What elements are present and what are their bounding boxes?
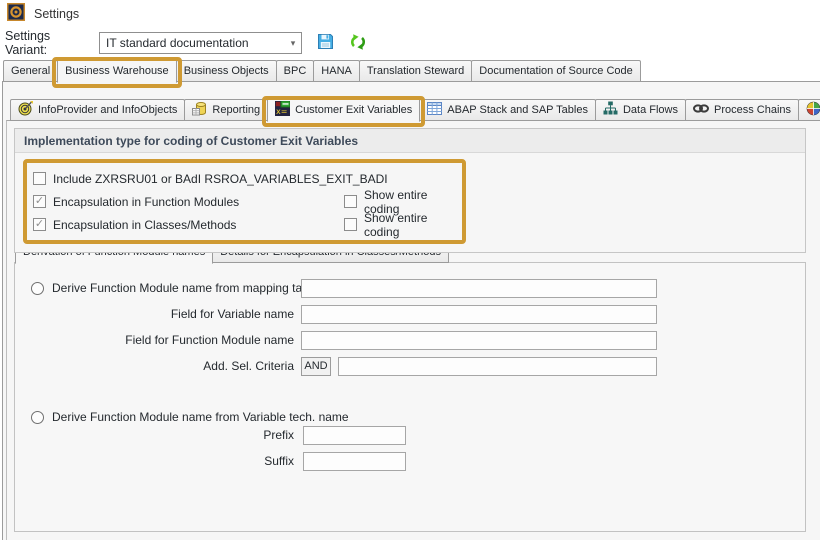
tab-process-chains[interactable]: Process Chains (685, 99, 799, 121)
tab-infoprovider-and-infoobjects[interactable]: InfoProvider and InfoObjects (10, 99, 185, 121)
tab-label: General (11, 65, 50, 77)
checkbox-label: Encapsulation in Classes/Methods (53, 218, 236, 232)
settings-variant-value: IT standard documentation (100, 36, 285, 50)
field-label: Field for Variable name (15, 307, 294, 321)
form-row-tech-name: Derive Function Module name from Variabl… (15, 407, 805, 427)
form-row-mapping-table: Derive Function Module name from mapping… (15, 278, 805, 298)
secondary-tabbar: InfoProvider and InfoObjects Reporting x… (10, 98, 820, 121)
field-for-function-module-name-input[interactable] (301, 331, 657, 350)
show-entire-coding-fm-checkbox[interactable] (344, 195, 357, 208)
refresh-arrows-icon (349, 33, 367, 54)
chain-links-icon (693, 101, 709, 119)
checkbox-label: Show entire coding (364, 211, 456, 239)
show-entire-coding-group: Show entire coding (344, 211, 456, 239)
groupbox-title: Implementation type for coding of Custom… (15, 129, 805, 153)
tab-label: Business Objects (184, 65, 269, 77)
variables-grid-icon: x= (275, 101, 290, 119)
infoprovider-target-icon (18, 101, 33, 119)
suffix-input[interactable] (303, 452, 406, 471)
derive-from-variable-tech-name-radio[interactable] (31, 411, 44, 424)
window-title: Settings (34, 7, 79, 21)
groupbox-content: Include ZXRSRU01 or BAdI RSROA_VARIABLES… (15, 153, 805, 252)
prefix-input[interactable] (303, 426, 406, 445)
add-sel-criteria-input[interactable] (338, 357, 657, 376)
tab-reporting[interactable]: Reporting (184, 99, 268, 121)
settings-variant-select[interactable]: IT standard documentation (99, 32, 302, 54)
tab-label: Documentation of Source Code (479, 65, 632, 77)
field-label: Prefix (15, 428, 294, 442)
tab-label: Process Chains (714, 104, 791, 116)
tab-general[interactable]: General (3, 60, 58, 82)
checkbox-row-classes-methods: Encapsulation in Classes/Methods Show en… (33, 213, 456, 236)
tab-business-warehouse[interactable]: Business Warehouse (57, 59, 177, 83)
roles-pie-icon (806, 101, 820, 119)
tab-label: Translation Steward (367, 65, 464, 77)
window-titlebar: Settings (7, 4, 79, 24)
tab-label: HANA (321, 65, 352, 77)
field-for-variable-name-input[interactable] (301, 305, 657, 324)
dataflow-hierarchy-icon (603, 101, 618, 119)
settings-variant-toolbar: Settings Variant: IT standard documentat… (5, 31, 369, 55)
settings-app-icon (7, 3, 25, 26)
include-zxrsru01-checkbox[interactable] (33, 172, 46, 185)
settings-variant-label: Settings Variant: (5, 29, 93, 57)
tab-label: ABAP Stack and SAP Tables (447, 104, 588, 116)
show-entire-coding-cm-checkbox[interactable] (344, 218, 357, 231)
annotation-highlight-box: Include ZXRSRU01 or BAdI RSROA_VARIABLES… (23, 159, 466, 244)
implementation-type-groupbox: Implementation type for coding of Custom… (14, 128, 806, 253)
reporting-database-icon (192, 101, 207, 119)
derive-from-mapping-table-radio[interactable] (31, 282, 44, 295)
tab-hana[interactable]: HANA (313, 60, 360, 82)
form-row-field-variable: Field for Variable name (15, 304, 805, 324)
radio-label: Derive Function Module name from Variabl… (52, 410, 349, 424)
form-row-field-function-module: Field for Function Module name (15, 330, 805, 350)
and-operator-box[interactable]: AND (301, 357, 331, 376)
tab-label: BPC (284, 65, 307, 77)
svg-text:x=: x= (276, 107, 287, 116)
form-row-criteria: Add. Sel. Criteria AND (15, 356, 805, 376)
save-floppy-icon (316, 32, 335, 54)
sap-table-icon (427, 101, 442, 119)
tab-abap-stack-and-sap-tables[interactable]: ABAP Stack and SAP Tables (419, 99, 596, 121)
chevron-down-icon[interactable] (285, 38, 301, 49)
field-label: Suffix (15, 454, 294, 468)
tab-translation-steward[interactable]: Translation Steward (359, 60, 472, 82)
checkbox-label: Include ZXRSRU01 or BAdI RSROA_VARIABLES… (53, 172, 388, 186)
tab-documentation-of-source-code[interactable]: Documentation of Source Code (471, 60, 640, 82)
mapping-table-input[interactable] (301, 279, 657, 298)
tab-business-objects[interactable]: Business Objects (176, 60, 277, 82)
tab-bpc[interactable]: BPC (276, 60, 315, 82)
tab-data-flows[interactable]: Data Flows (595, 99, 686, 121)
refresh-button[interactable] (347, 32, 369, 54)
tab-label: Business Warehouse (65, 65, 169, 77)
encapsulation-function-modules-checkbox[interactable] (33, 195, 46, 208)
tab-customer-exit-variables[interactable]: x= Customer Exit Variables (267, 98, 420, 122)
tab-label: InfoProvider and InfoObjects (38, 104, 177, 116)
primary-tabbar: General Business Warehouse Business Obje… (3, 59, 640, 82)
tab-roles[interactable]: Roles an (798, 99, 820, 121)
field-label: Add. Sel. Criteria (15, 359, 294, 373)
detail-panel: Derive Function Module name from mapping… (14, 262, 806, 532)
checkbox-label: Encapsulation in Function Modules (53, 195, 239, 209)
form-row-suffix: Suffix (15, 451, 805, 471)
form-row-prefix: Prefix (15, 425, 805, 445)
tab-label: Data Flows (623, 104, 678, 116)
field-label: Field for Function Module name (15, 333, 294, 347)
save-button[interactable] (314, 32, 336, 54)
tab-label: Customer Exit Variables (295, 104, 412, 116)
tab-label: Reporting (212, 104, 260, 116)
encapsulation-classes-methods-checkbox[interactable] (33, 218, 46, 231)
radio-label: Derive Function Module name from mapping… (52, 281, 318, 295)
